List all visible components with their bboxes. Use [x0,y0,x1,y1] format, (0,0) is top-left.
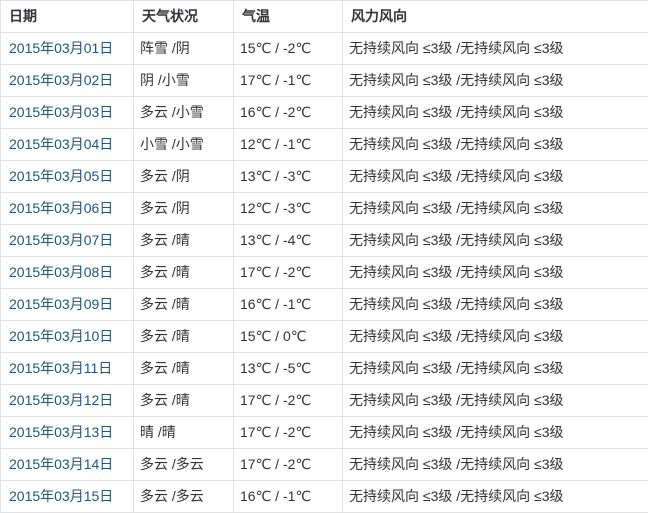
date-cell: 2015年03月07日 [0,224,134,257]
table-row: 2015年03月08日 多云 /晴 17℃ / -2℃ 无持续风向 ≤3级 /无持续风… [0,256,648,289]
table-row: 2015年03月09日 多云 /晴 16℃ / -1℃ 无持续风向 ≤3级 /无持续风… [0,288,648,321]
date-link[interactable]: 2015年03月07日 [9,232,113,248]
weather-cell: 多云 /阴 [133,160,234,193]
temp-cell: 16℃ / -1℃ [233,288,343,321]
wind-cell: 无持续风向 ≤3级 /无持续风向 ≤3级 [342,320,648,353]
date-link[interactable]: 2015年03月08日 [9,264,113,280]
table-row: 2015年03月02日 阴 /小雪 17℃ / -1℃ 无持续风向 ≤3级 /无持续风… [0,64,648,97]
date-cell: 2015年03月13日 [0,416,134,449]
date-cell: 2015年03月09日 [0,288,134,321]
wind-cell: 无持续风向 ≤3级 /无持续风向 ≤3级 [342,192,648,225]
date-link[interactable]: 2015年03月14日 [9,456,113,472]
temp-cell: 13℃ / -4℃ [233,224,343,257]
date-cell: 2015年03月14日 [0,448,134,481]
date-link[interactable]: 2015年03月11日 [9,360,112,376]
date-link[interactable]: 2015年03月13日 [9,424,113,440]
date-cell: 2015年03月02日 [0,64,134,97]
weather-cell: 多云 /晴 [133,384,234,417]
date-link[interactable]: 2015年03月01日 [9,40,113,56]
table-body: 2015年03月01日 阵雪 /阴 15℃ / -2℃ 无持续风向 ≤3级 /无持续风… [0,32,648,513]
table-row: 2015年03月14日 多云 /多云 17℃ / -2℃ 无持续风向 ≤3级 /无持续… [0,448,648,481]
wind-cell: 无持续风向 ≤3级 /无持续风向 ≤3级 [342,128,648,161]
table-row: 2015年03月01日 阵雪 /阴 15℃ / -2℃ 无持续风向 ≤3级 /无持续风… [0,32,648,65]
table-row: 2015年03月12日 多云 /晴 17℃ / -2℃ 无持续风向 ≤3级 /无持续风… [0,384,648,417]
table-row: 2015年03月04日 小雪 /小雪 12℃ / -1℃ 无持续风向 ≤3级 /无持续… [0,128,648,161]
table-row: 2015年03月06日 多云 /阴 12℃ / -3℃ 无持续风向 ≤3级 /无持续风… [0,192,648,225]
temp-cell: 13℃ / -3℃ [233,160,343,193]
weather-cell: 多云 /阴 [133,192,234,225]
wind-cell: 无持续风向 ≤3级 /无持续风向 ≤3级 [342,256,648,289]
temp-cell: 12℃ / -3℃ [233,192,343,225]
temp-cell: 13℃ / -5℃ [233,352,343,385]
wind-cell: 无持续风向 ≤3级 /无持续风向 ≤3级 [342,160,648,193]
date-cell: 2015年03月08日 [0,256,134,289]
weather-cell: 阵雪 /阴 [133,32,234,65]
weather-cell: 多云 /晴 [133,352,234,385]
temp-cell: 16℃ / -2℃ [233,96,343,129]
date-cell: 2015年03月05日 [0,160,134,193]
temp-cell: 17℃ / -2℃ [233,448,343,481]
column-header-wind: 风力风向 [342,0,648,33]
date-link[interactable]: 2015年03月05日 [9,168,113,184]
weather-cell: 多云 /晴 [133,224,234,257]
table-row: 2015年03月10日 多云 /晴 15℃ / 0℃ 无持续风向 ≤3级 /无持续风向… [0,320,648,353]
temp-cell: 17℃ / -2℃ [233,384,343,417]
column-header-date: 日期 [0,0,134,33]
date-link[interactable]: 2015年03月10日 [9,328,113,344]
temp-cell: 15℃ / 0℃ [233,320,343,353]
weather-cell: 多云 /多云 [133,480,234,513]
date-link[interactable]: 2015年03月04日 [9,136,113,152]
wind-cell: 无持续风向 ≤3级 /无持续风向 ≤3级 [342,64,648,97]
date-link[interactable]: 2015年03月09日 [9,296,113,312]
weather-cell: 晴 /晴 [133,416,234,449]
temp-cell: 17℃ / -2℃ [233,256,343,289]
date-link[interactable]: 2015年03月02日 [9,72,113,88]
table-row: 2015年03月05日 多云 /阴 13℃ / -3℃ 无持续风向 ≤3级 /无持续风… [0,160,648,193]
weather-history-table: 日期 天气状况 气温 风力风向 2015年03月01日 阵雪 /阴 15℃ / -2… [0,0,648,513]
date-link[interactable]: 2015年03月15日 [9,488,113,504]
wind-cell: 无持续风向 ≤3级 /无持续风向 ≤3级 [342,32,648,65]
header-row: 日期 天气状况 气温 风力风向 [0,0,648,33]
date-link[interactable]: 2015年03月06日 [9,200,113,216]
wind-cell: 无持续风向 ≤3级 /无持续风向 ≤3级 [342,480,648,513]
wind-cell: 无持续风向 ≤3级 /无持续风向 ≤3级 [342,352,648,385]
date-cell: 2015年03月04日 [0,128,134,161]
table-row: 2015年03月07日 多云 /晴 13℃ / -4℃ 无持续风向 ≤3级 /无持续风… [0,224,648,257]
table-row: 2015年03月03日 多云 /小雪 16℃ / -2℃ 无持续风向 ≤3级 /无持续… [0,96,648,129]
wind-cell: 无持续风向 ≤3级 /无持续风向 ≤3级 [342,448,648,481]
weather-cell: 多云 /晴 [133,288,234,321]
weather-cell: 多云 /晴 [133,320,234,353]
wind-cell: 无持续风向 ≤3级 /无持续风向 ≤3级 [342,96,648,129]
date-cell: 2015年03月03日 [0,96,134,129]
table-row: 2015年03月15日 多云 /多云 16℃ / -1℃ 无持续风向 ≤3级 /无持续… [0,480,648,513]
weather-cell: 多云 /小雪 [133,96,234,129]
wind-cell: 无持续风向 ≤3级 /无持续风向 ≤3级 [342,384,648,417]
date-cell: 2015年03月01日 [0,32,134,65]
wind-cell: 无持续风向 ≤3级 /无持续风向 ≤3级 [342,416,648,449]
date-cell: 2015年03月11日 [0,352,134,385]
weather-cell: 多云 /晴 [133,256,234,289]
temp-cell: 16℃ / -1℃ [233,480,343,513]
weather-history-page: 日期 天气状况 气温 风力风向 2015年03月01日 阵雪 /阴 15℃ / -2… [0,0,648,513]
temp-cell: 17℃ / -1℃ [233,64,343,97]
date-cell: 2015年03月10日 [0,320,134,353]
temp-cell: 17℃ / -2℃ [233,416,343,449]
wind-cell: 无持续风向 ≤3级 /无持续风向 ≤3级 [342,224,648,257]
temp-cell: 12℃ / -1℃ [233,128,343,161]
date-cell: 2015年03月12日 [0,384,134,417]
weather-cell: 阴 /小雪 [133,64,234,97]
weather-cell: 小雪 /小雪 [133,128,234,161]
table-header: 日期 天气状况 气温 风力风向 [0,0,648,33]
temp-cell: 15℃ / -2℃ [233,32,343,65]
date-link[interactable]: 2015年03月03日 [9,104,113,120]
table-row: 2015年03月13日 晴 /晴 17℃ / -2℃ 无持续风向 ≤3级 /无持续风向… [0,416,648,449]
column-header-weather: 天气状况 [133,0,234,33]
date-cell: 2015年03月15日 [0,480,134,513]
table-row: 2015年03月11日 多云 /晴 13℃ / -5℃ 无持续风向 ≤3级 /无持续风… [0,352,648,385]
weather-cell: 多云 /多云 [133,448,234,481]
date-cell: 2015年03月06日 [0,192,134,225]
date-link[interactable]: 2015年03月12日 [9,392,113,408]
wind-cell: 无持续风向 ≤3级 /无持续风向 ≤3级 [342,288,648,321]
column-header-temp: 气温 [233,0,343,33]
